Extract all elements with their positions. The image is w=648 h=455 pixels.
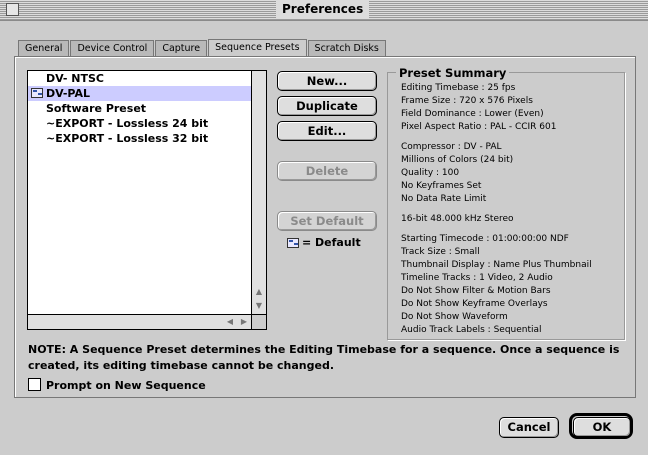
close-box[interactable] xyxy=(6,3,19,16)
preset-item-export-lossless-32[interactable]: ~EXPORT - Lossless 32 bit xyxy=(28,131,251,146)
summary-line: Frame Size : 720 x 576 Pixels xyxy=(401,96,533,106)
preset-item-label: DV- NTSC xyxy=(46,72,104,85)
summary-line: No Keyframes Set xyxy=(401,181,482,191)
preset-item-dv-pal[interactable]: DV-PAL xyxy=(28,86,251,101)
tab-bar: General Device Control Capture Sequence … xyxy=(18,39,387,58)
preset-list[interactable]: DV- NTSC DV-PAL Software Preset ~EXPORT … xyxy=(27,70,267,330)
tab-scratch-disks[interactable]: Scratch Disks xyxy=(307,40,386,57)
preset-item-label: ~EXPORT - Lossless 32 bit xyxy=(46,132,209,145)
preset-item-label: DV-PAL xyxy=(46,87,90,100)
horizontal-scrollbar[interactable]: ◀ ▶ xyxy=(28,314,251,329)
window-title: Preferences xyxy=(276,1,370,18)
preset-item-label: ~EXPORT - Lossless 24 bit xyxy=(46,117,209,130)
scroll-right-arrow-icon[interactable]: ▶ xyxy=(237,316,251,328)
tab-device-control[interactable]: Device Control xyxy=(70,40,155,57)
summary-line: Thumbnail Display : Name Plus Thumbnail xyxy=(401,260,592,270)
scroll-up-arrow-icon[interactable]: ▲ xyxy=(252,286,266,298)
summary-line: Timeline Tracks : 1 Video, 2 Audio xyxy=(401,273,553,283)
prompt-on-new-sequence-checkbox[interactable] xyxy=(28,378,41,391)
cancel-button[interactable]: Cancel xyxy=(499,417,559,438)
summary-line: Quality : 100 xyxy=(401,168,460,178)
summary-line: Do Not Show Filter & Motion Bars xyxy=(401,286,551,296)
default-legend: = Default xyxy=(287,236,361,250)
summary-line: Track Size : Small xyxy=(401,247,480,257)
default-preset-icon xyxy=(31,88,43,98)
sequence-preset-note: NOTE: A Sequence Preset determines the E… xyxy=(28,343,620,372)
summary-line: Millions of Colors (24 bit) xyxy=(401,155,514,165)
summary-line: Starting Timecode : 01:00:00:00 NDF xyxy=(401,234,569,244)
summary-line: Audio Track Labels : Sequential xyxy=(401,325,542,335)
preset-summary-title: Preset Summary xyxy=(396,66,510,80)
summary-line: No Data Rate Limit xyxy=(401,194,487,204)
summary-line: Field Dominance : Lower (Even) xyxy=(401,109,544,119)
title-bar: Preferences xyxy=(0,0,648,21)
tab-general[interactable]: General xyxy=(18,40,70,57)
prompt-on-new-sequence-row[interactable]: Prompt on New Sequence xyxy=(28,378,206,392)
edit-button[interactable]: Edit... xyxy=(277,121,377,141)
preset-list-items: DV- NTSC DV-PAL Software Preset ~EXPORT … xyxy=(28,71,251,314)
preset-item-export-lossless-24[interactable]: ~EXPORT - Lossless 24 bit xyxy=(28,116,251,131)
set-default-button[interactable]: Set Default xyxy=(277,211,377,231)
prompt-on-new-sequence-label: Prompt on New Sequence xyxy=(46,379,206,392)
tab-capture[interactable]: Capture xyxy=(155,40,208,57)
summary-line: 16-bit 48.000 kHz Stereo xyxy=(401,214,514,224)
new-button[interactable]: New... xyxy=(277,71,377,91)
default-preset-icon xyxy=(287,238,299,248)
delete-button[interactable]: Delete xyxy=(277,161,377,181)
summary-line: Do Not Show Waveform xyxy=(401,312,508,322)
scroll-left-arrow-icon[interactable]: ◀ xyxy=(223,316,237,328)
preset-item-dv-ntsc[interactable]: DV- NTSC xyxy=(28,71,251,86)
preset-summary-text: Editing Timebase : 25 fps Frame Size : 7… xyxy=(401,82,623,337)
vertical-scrollbar[interactable]: ▲ ▼ xyxy=(251,71,266,314)
default-legend-label: = Default xyxy=(302,236,361,249)
duplicate-button[interactable]: Duplicate xyxy=(277,96,377,116)
scroll-down-arrow-icon[interactable]: ▼ xyxy=(252,300,266,312)
summary-line: Pixel Aspect Ratio : PAL - CCIR 601 xyxy=(401,122,557,132)
preset-item-label: Software Preset xyxy=(46,102,147,115)
preset-item-software-preset[interactable]: Software Preset xyxy=(28,101,251,116)
ok-button[interactable]: OK xyxy=(573,417,631,437)
scroll-corner xyxy=(251,314,266,329)
summary-line: Editing Timebase : 25 fps xyxy=(401,83,516,93)
summary-line: Do Not Show Keyframe Overlays xyxy=(401,299,548,309)
summary-line: Compressor : DV - PAL xyxy=(401,142,502,152)
